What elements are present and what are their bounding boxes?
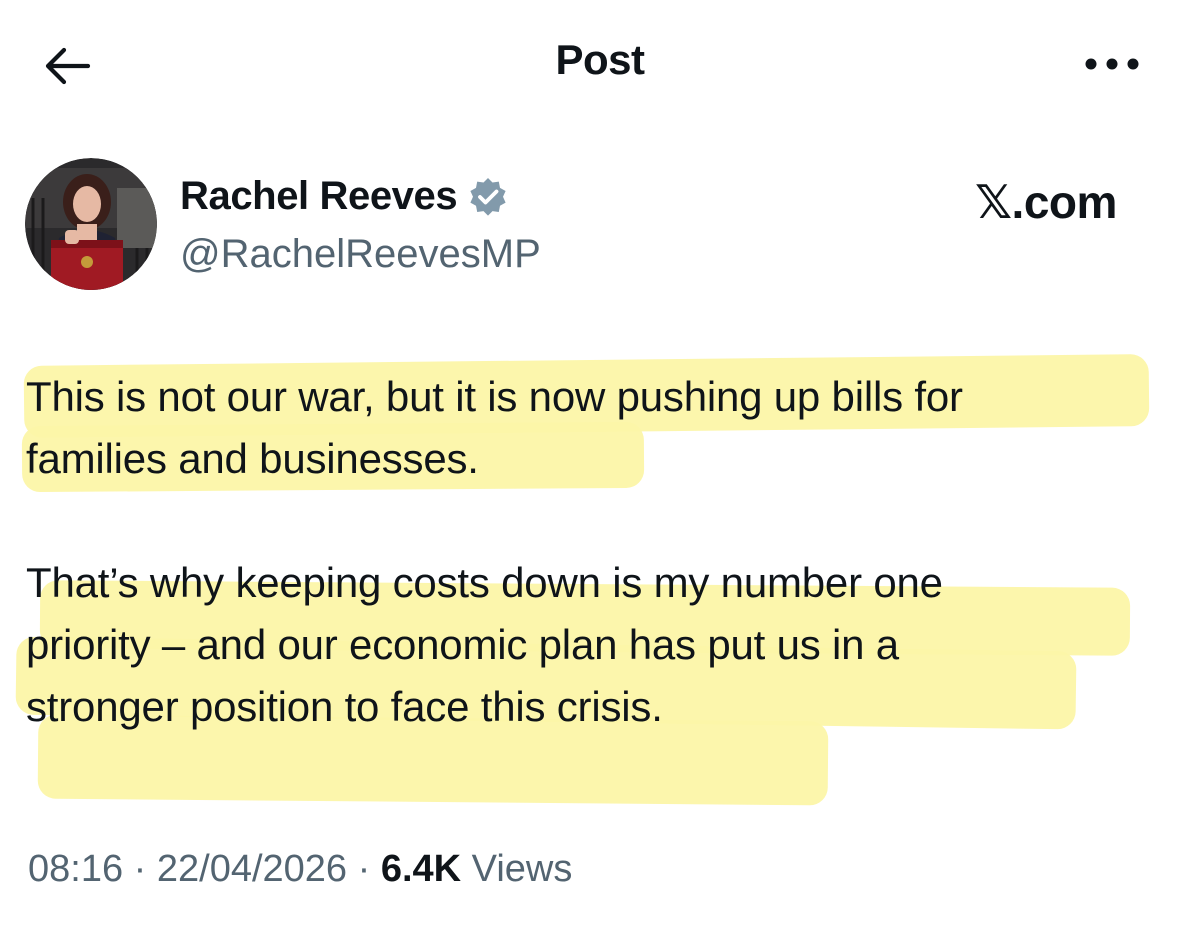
post-text: This is not our war, but it is now pushi… xyxy=(26,366,1186,738)
post-time[interactable]: 08:16 xyxy=(28,848,123,890)
avatar-image xyxy=(25,158,157,290)
post-meta: 08:16 · 22/04/2026 · 6.4K Views xyxy=(28,848,572,891)
more-horizontal-icon xyxy=(1085,58,1139,70)
meta-separator: · xyxy=(123,848,157,890)
author-name[interactable]: Rachel Reeves xyxy=(180,174,458,219)
post-paragraph-2: That’s why keeping costs down is my numb… xyxy=(26,552,1186,738)
x-com-watermark: 𝕏.com xyxy=(975,176,1117,228)
post-line: families and businesses. xyxy=(26,435,479,482)
views-label: Views xyxy=(461,848,573,890)
post-line: stronger position to face this crisis. xyxy=(26,683,663,730)
verified-badge-icon xyxy=(467,176,509,218)
avatar[interactable] xyxy=(25,158,157,290)
post-paragraph-1: This is not our war, but it is now pushi… xyxy=(26,366,1186,490)
post-line: This is not our war, but it is now pushi… xyxy=(26,373,963,420)
post-date[interactable]: 22/04/2026 xyxy=(157,848,347,890)
author-name-row[interactable]: Rachel Reeves xyxy=(180,174,509,219)
meta-separator: · xyxy=(347,848,381,890)
page-title: Post xyxy=(555,36,645,83)
views-count[interactable]: 6.4K xyxy=(381,848,461,890)
post-line: That’s why keeping costs down is my numb… xyxy=(26,559,943,606)
author-handle[interactable]: @RachelReevesMP xyxy=(180,232,541,277)
more-options-button[interactable] xyxy=(1080,42,1144,86)
top-bar: Post xyxy=(0,0,1200,125)
post-line: priority – and our economic plan has put… xyxy=(26,621,899,668)
